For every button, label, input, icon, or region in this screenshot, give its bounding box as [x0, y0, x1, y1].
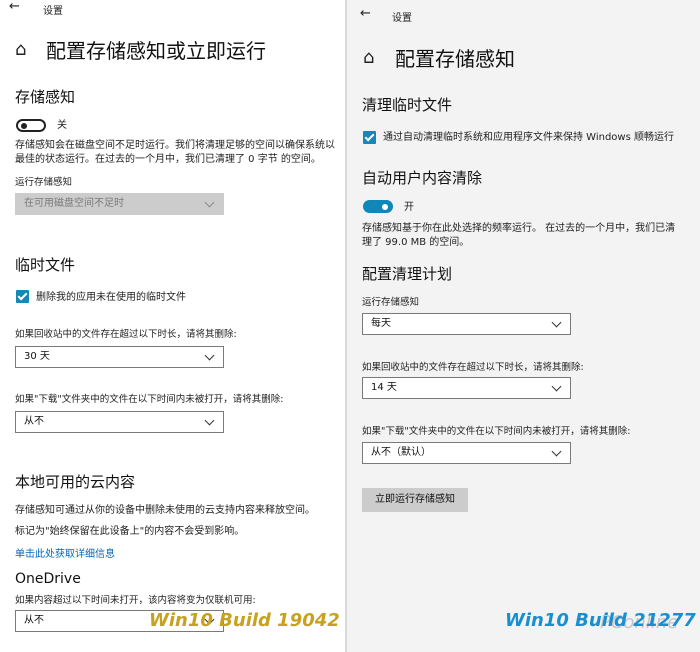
run-storage-sense-value: 每天: [371, 318, 391, 329]
run-storage-sense-select[interactable]: 每天: [362, 313, 571, 335]
onedrive-label: 如果内容超过以下时间未打开，该内容将变为仅联机可用:: [15, 595, 256, 606]
back-arrow-icon[interactable]: ←: [360, 6, 371, 21]
learn-more-link[interactable]: 单击此处获取详细信息: [15, 545, 115, 560]
chevron-down-icon: [204, 415, 215, 426]
back-arrow-icon[interactable]: ←: [9, 0, 20, 14]
delete-temp-files-label: 删除我的应用未在使用的临时文件: [36, 292, 186, 303]
schedule-heading: 配置清理计划: [362, 265, 453, 283]
onedrive-heading: OneDrive: [15, 571, 81, 587]
chevron-down-icon: [551, 317, 562, 328]
user-content-heading: 自动用户内容清除: [362, 169, 483, 187]
recycle-bin-value: 14 天: [371, 382, 397, 393]
downloads-label: 如果"下载"文件夹中的文件在以下时间内未被打开，请将其删除:: [362, 426, 631, 437]
storage-sense-toggle-state: 关: [57, 120, 67, 131]
clean-temp-files-heading: 清理临时文件: [362, 96, 453, 114]
home-icon[interactable]: ⌂: [15, 39, 26, 60]
recycle-bin-select[interactable]: 14 天: [362, 377, 571, 399]
cloud-content-heading: 本地可用的云内容: [15, 473, 136, 491]
storage-sense-heading: 存储感知: [15, 88, 76, 106]
onedrive-value: 从不: [24, 615, 44, 626]
chevron-down-icon: [551, 381, 562, 392]
downloads-select[interactable]: 从不（默认）: [362, 442, 571, 464]
clean-temp-files-checkbox[interactable]: [363, 131, 376, 144]
page-title: 配置存储感知: [395, 47, 515, 71]
storage-sense-toggle[interactable]: [16, 119, 46, 132]
cloud-content-description: 存储感知可通过从你的设备中删除未使用的云支持内容来释放空间。: [15, 505, 315, 516]
build-caption-right: Win10 Build 21277: [505, 610, 696, 631]
recycle-bin-label: 如果回收站中的文件存在超过以下时长，请将其删除:: [15, 329, 237, 340]
recycle-bin-select[interactable]: 30 天: [15, 346, 224, 368]
left-settings-window: ← 设置 ⌂ 配置存储感知或立即运行 存储感知 关 存储感知会在磁盘空间不足时运…: [0, 0, 346, 652]
right-settings-window: ← 设置 ⌂ 配置存储感知 清理临时文件 通过自动清理临时系统和应用程序文件来保…: [345, 0, 700, 652]
toggle-knob: [21, 123, 27, 129]
downloads-label: 如果"下载"文件夹中的文件在以下时间内未被打开，请将其删除:: [15, 394, 284, 405]
cloud-content-note: 标记为"始终保留在此设备上"的内容不会受到影响。: [15, 526, 245, 537]
user-content-toggle-state: 开: [404, 202, 414, 213]
toggle-knob: [382, 204, 388, 210]
page-title: 配置存储感知或立即运行: [46, 39, 266, 63]
run-storage-sense-label: 运行存储感知: [15, 177, 73, 188]
storage-sense-description-2: 最佳的状态运行。在过去的一个月中，我们已清理了 0 字节 的空间。: [15, 154, 321, 165]
user-content-description-2: 理了 99.0 MB 的空间。: [362, 237, 470, 248]
downloads-select[interactable]: 从不: [15, 411, 224, 433]
storage-sense-description-1: 存储感知会在磁盘空间不足时运行。我们将清理足够的空间以确保系统以: [15, 140, 335, 151]
clean-temp-files-label: 通过自动清理临时系统和应用程序文件来保持 Windows 顺畅运行: [383, 132, 674, 143]
recycle-bin-label: 如果回收站中的文件存在超过以下时长，请将其删除:: [362, 362, 584, 373]
home-icon[interactable]: ⌂: [363, 47, 374, 68]
run-now-button[interactable]: 立即运行存储感知: [362, 488, 468, 512]
user-content-toggle[interactable]: [363, 200, 393, 213]
delete-temp-files-checkbox[interactable]: [16, 290, 29, 303]
downloads-value: 从不: [24, 416, 44, 427]
downloads-value: 从不（默认）: [371, 447, 431, 458]
chevron-down-icon: [204, 197, 215, 208]
run-storage-sense-value: 在可用磁盘空间不足时: [24, 198, 124, 209]
temp-files-heading: 临时文件: [15, 256, 76, 274]
run-storage-sense-label: 运行存储感知: [362, 297, 420, 308]
chevron-down-icon: [551, 446, 562, 457]
run-storage-sense-select: 在可用磁盘空间不足时: [15, 193, 224, 215]
nav-title: 设置: [392, 13, 412, 24]
nav-title: 设置: [43, 6, 63, 17]
build-caption-left: Win10 Build 19042: [149, 610, 340, 631]
chevron-down-icon: [204, 350, 215, 361]
recycle-bin-value: 30 天: [24, 351, 50, 362]
user-content-description-1: 存储感知基于你在此处选择的频率运行。 在过去的一个月中，我们已清: [362, 223, 676, 234]
